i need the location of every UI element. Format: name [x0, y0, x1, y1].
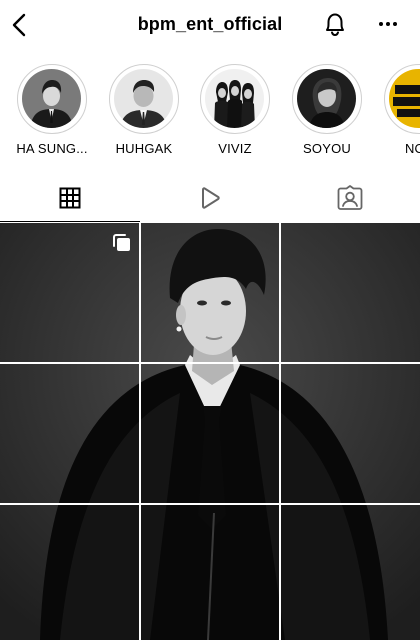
highlight-avatar: [297, 69, 356, 128]
grid-divider: [0, 503, 420, 505]
highlight-ring: [292, 64, 362, 134]
highlight-avatar: [22, 69, 81, 128]
play-icon: [202, 187, 220, 209]
tab-tagged[interactable]: [280, 174, 420, 222]
grid-divider: [0, 362, 420, 364]
highlight-ring: [384, 64, 420, 134]
post-tile[interactable]: [0, 505, 140, 640]
grid-icon: [59, 187, 81, 209]
highlight-label: HA SUNG...: [16, 141, 88, 156]
post-grid: [0, 223, 420, 640]
highlight-label: HUHGAK: [115, 141, 173, 156]
highlight-avatar: [205, 69, 264, 128]
post-tile[interactable]: [281, 505, 420, 640]
highlight-label: SOYOU: [303, 141, 351, 156]
highlight-label: VIVIZ: [218, 141, 252, 156]
multiple-photos-icon: [113, 234, 130, 251]
profile-username: bpm_ent_official: [137, 14, 283, 34]
tab-posts[interactable]: [0, 174, 140, 222]
bell-icon: [326, 13, 344, 37]
tagged-person-icon: [337, 185, 363, 210]
highlight-ring: [109, 64, 179, 134]
highlight-label: NOT: [404, 141, 420, 156]
profile-tabs: [0, 174, 420, 222]
top-bar: bpm_ent_official: [0, 0, 420, 50]
post-tile[interactable]: [141, 364, 280, 503]
post-tile[interactable]: [281, 364, 420, 503]
post-tile[interactable]: [0, 364, 140, 503]
more-options-button[interactable]: [374, 9, 402, 39]
highlight-avatar: [389, 69, 420, 128]
story-highlights-row: HA SUNG... HUHGAK VIVIZ SOYOU NO: [0, 62, 420, 162]
post-tile[interactable]: [281, 223, 420, 362]
notifications-button[interactable]: [321, 9, 349, 39]
grid-divider: [139, 223, 141, 640]
post-tile[interactable]: [141, 223, 280, 362]
tab-reels[interactable]: [140, 174, 280, 222]
grid-divider: [279, 223, 281, 640]
post-tile[interactable]: [141, 505, 280, 640]
highlight-avatar: [114, 69, 173, 128]
highlight-ring: [200, 64, 270, 134]
more-horizontal-icon: [379, 22, 397, 26]
highlight-ring: [17, 64, 87, 134]
